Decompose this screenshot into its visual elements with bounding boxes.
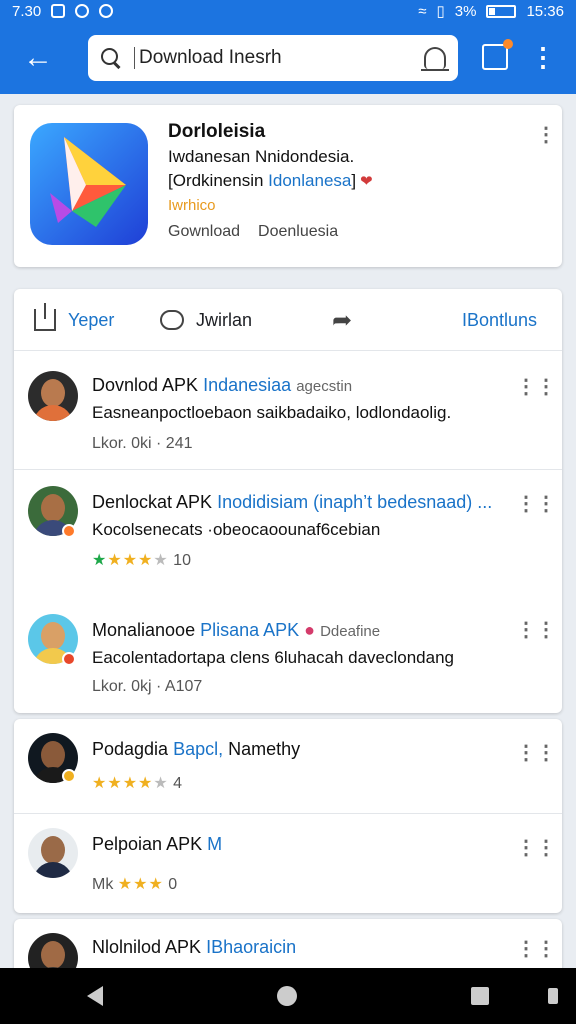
app-tagline-suffix: ] (351, 171, 357, 190)
list-item[interactable]: Monalianooe Plisana APK ● Ddeafine Eacol… (14, 590, 562, 713)
notification-icon (51, 4, 66, 18)
wifi-icon: ≈ (418, 2, 427, 20)
list-item[interactable]: Pelpoian APK M Mk ★★★ 0 ⋮⋮ (14, 814, 562, 913)
item-rating: ★★★★★ 4 (92, 775, 183, 792)
status-time-right: 15:36 (526, 2, 564, 20)
status-bar: 7.30 ≈ ▯ 3% 15:36 (0, 0, 576, 22)
more-icon[interactable]: ⋮ (530, 42, 556, 74)
item-title: Monalianooe Plisana APK ● Ddeafine (92, 620, 381, 640)
more-icon[interactable]: ⋮⋮ (516, 377, 556, 397)
sync-icon (75, 4, 90, 18)
share-label: Yeper (68, 309, 115, 330)
app-title: Dorloleisia (168, 121, 266, 142)
app-meta-region: Doenluesia (258, 223, 339, 240)
status-badge (62, 769, 76, 783)
status-time-left: 7.30 (12, 2, 42, 20)
app-logo (30, 123, 148, 245)
item-meta: Lkor. 0ki · 241 (92, 435, 193, 452)
system-nav-bar (0, 968, 576, 1024)
more-icon[interactable]: ⋮⋮ (516, 743, 556, 763)
search-bar[interactable]: Download Inesrh (88, 35, 458, 81)
nav-recents-icon[interactable] (471, 987, 489, 1005)
share-action[interactable]: Yeper (34, 289, 114, 351)
top-app-bar: ← Download Inesrh ⋮ (0, 22, 576, 94)
app-meta-download[interactable]: Gownload (168, 223, 240, 241)
search-icon (100, 47, 122, 69)
star-rating-icon: ★★★★★ (92, 775, 169, 792)
action-bar: Yeper Jwirlan ➦ IBontluns (14, 289, 562, 351)
back-arrow-icon[interactable]: ← (18, 38, 58, 78)
nav-home-icon[interactable] (277, 986, 297, 1006)
battery-percent: 3% (454, 2, 477, 20)
more-icon[interactable]: ⋮⋮ (516, 620, 556, 640)
item-title: Denlockat APK Inodidisiam (inaph’t bedes… (92, 492, 493, 512)
item-description: Kocolsenecats ·obeocaoounaf6cebian (92, 520, 381, 539)
more-icon[interactable]: ⋮⋮ (516, 939, 556, 959)
item-title: Pelpoian APK M (92, 834, 223, 854)
search-input[interactable]: Download Inesrh (134, 47, 424, 69)
mic-icon[interactable] (421, 47, 449, 71)
notification-dot (503, 39, 513, 49)
app-tagline-link[interactable]: Idonlanesa (268, 171, 351, 190)
item-title: Nlolnilod APK IBhaoraicin (92, 937, 297, 957)
app-tagline: [Ordkinensin Idonlanesa] ❤ (168, 171, 373, 191)
app-meta: Gownload Doenluesia (168, 223, 338, 241)
forward-action[interactable]: ➦ (332, 289, 352, 351)
app-tag: Iwrhico (168, 197, 216, 214)
item-description: Easneanpoctloebaon saikbadaiko, lodlonda… (92, 403, 452, 422)
buttons-label: IBontluns (462, 309, 538, 330)
more-icon[interactable]: ⋮⋮ (516, 494, 556, 514)
alert-icon (99, 4, 114, 18)
item-rating: ★★★★★ 10 (92, 552, 191, 569)
nav-accessibility-icon[interactable] (548, 988, 558, 1004)
item-description: Eacolentadortapa clens 6luhacah daveclon… (92, 648, 454, 667)
avatar (28, 371, 78, 421)
feed-card: Yeper Jwirlan ➦ IBontluns Dovnlod APK In… (14, 289, 562, 713)
item-rating: Mk ★★★ 0 (92, 876, 178, 893)
app-subtitle: Iwdanesan Nnidondesia. (168, 147, 355, 166)
battery-icon (486, 4, 517, 18)
feed-card: Podagdia Bapcl, Namethy ★★★★★ 4 ⋮⋮ Pelpo… (14, 719, 562, 913)
edit-icon[interactable] (482, 39, 513, 70)
item-title: Dovnlod APK Indanesiaa agecstin (92, 375, 353, 395)
signal-icon: ▯ (436, 3, 445, 20)
app-card[interactable]: Dorloleisia Iwdanesan Nnidondesia. [Ordk… (14, 105, 562, 267)
forward-icon: ➦ (332, 306, 353, 334)
list-item[interactable]: Denlockat APK Inodidisiam (inaph’t bedes… (14, 470, 562, 590)
more-icon[interactable]: ⋮ (536, 125, 556, 145)
star-rating-icon: ★★★ (117, 876, 164, 893)
comment-action[interactable]: Jwirlan (160, 289, 252, 351)
list-item[interactable]: Dovnlod APK Indanesiaa agecstin Easneanp… (14, 351, 562, 469)
app-tagline-prefix: [Ordkinensin (168, 171, 264, 190)
status-badge (62, 524, 76, 538)
share-icon (34, 303, 56, 331)
comment-icon (160, 310, 184, 330)
item-title: Podagdia Bapcl, Namethy (92, 739, 301, 759)
avatar (28, 828, 78, 878)
star-rating-icon: ★★★★★ (92, 552, 169, 569)
comment-label: Jwirlan (196, 309, 253, 330)
list-item[interactable]: Podagdia Bapcl, Namethy ★★★★★ 4 ⋮⋮ (14, 719, 562, 813)
status-badge (62, 652, 76, 666)
buttons-action[interactable]: IBontluns (462, 289, 537, 351)
nav-back-icon[interactable] (87, 986, 103, 1006)
more-icon[interactable]: ⋮⋮ (516, 838, 556, 858)
item-meta: Lkor. 0kj · A107 (92, 678, 203, 695)
heart-icon: ❤ (360, 173, 373, 190)
